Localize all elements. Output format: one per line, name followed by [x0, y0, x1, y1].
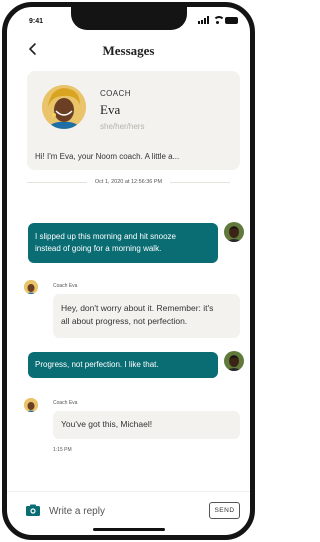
signal-icon	[198, 16, 209, 24]
coach-name: Eva	[100, 102, 121, 117]
message-line: instead of going for a morning walk.	[35, 244, 162, 253]
coach-role: COACH	[100, 89, 131, 98]
home-indicator	[93, 528, 165, 531]
coach-avatar-small	[24, 280, 38, 294]
thread-timestamp: Oct 1, 2020 at 12:56:36 PM	[94, 179, 163, 185]
wifi-icon	[212, 16, 225, 24]
incoming-message: You've got this, Michael!	[53, 411, 240, 439]
composer-divider	[7, 491, 250, 492]
reply-input[interactable]	[49, 503, 189, 519]
message-line: all about progress, not perfection.	[61, 316, 188, 326]
message-line: Hey, don't worry about it. Remember: it'…	[61, 303, 214, 313]
sender-name: Coach Eva	[53, 283, 78, 289]
coach-pronouns: she/her/hers	[100, 122, 145, 131]
outgoing-message: Progress, not perfection. I like that.	[28, 352, 218, 378]
coach-avatar-small	[24, 398, 38, 412]
camera-icon[interactable]	[26, 504, 40, 516]
outgoing-message: I slipped up this morning and hit snooze…	[28, 223, 218, 263]
incoming-message: Hey, don't worry about it. Remember: it'…	[53, 294, 240, 338]
battery-icon	[225, 16, 238, 24]
send-button[interactable]: SEND	[209, 502, 240, 519]
notch	[71, 7, 187, 30]
coach-avatar	[42, 85, 86, 129]
message-time: 1:15 PM	[53, 447, 72, 453]
page-title: Messages	[102, 43, 155, 58]
message-line: Progress, not perfection. I like that.	[35, 360, 159, 369]
sender-name: Coach Eva	[53, 400, 78, 406]
message-line: You've got this, Michael!	[61, 419, 153, 429]
coach-card[interactable]: COACH Eva she/her/hers Hi! I'm Eva, your…	[27, 71, 240, 170]
coach-intro: Hi! I'm Eva, your Noom coach. A little a…	[35, 152, 180, 161]
date-divider: Oct 1, 2020 at 12:56:36 PM	[27, 174, 231, 190]
user-avatar	[224, 351, 244, 371]
message-line: I slipped up this morning and hit snooze	[35, 232, 176, 241]
user-avatar	[224, 222, 244, 242]
status-time: 9:41	[29, 18, 44, 25]
phone-frame: 9:41 Messages COACH Eva she/her/hers Hi!…	[2, 2, 255, 540]
status-icons	[198, 16, 238, 24]
